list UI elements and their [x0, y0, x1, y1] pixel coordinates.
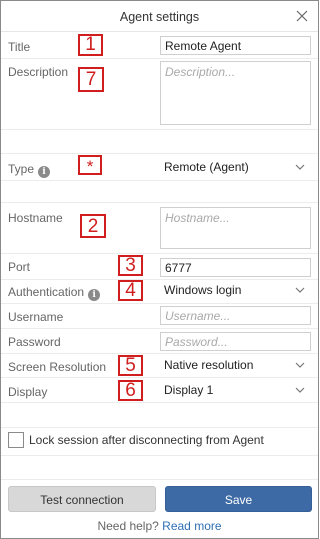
chevron-down-icon	[295, 287, 305, 293]
password-input[interactable]	[160, 332, 311, 351]
port-input[interactable]	[160, 258, 311, 277]
authentication-label: Authentication i	[8, 285, 101, 301]
annotation-badge-3: 3	[118, 255, 143, 276]
annotation-badge-7: 7	[78, 67, 104, 92]
screen-resolution-select[interactable]: Native resolution	[160, 356, 311, 375]
test-connection-button[interactable]: Test connection	[8, 486, 156, 512]
username-label: Username	[8, 310, 64, 324]
close-icon[interactable]	[296, 10, 308, 22]
row-divider	[1, 253, 318, 254]
screen-resolution-label: Screen Resolution	[8, 360, 107, 374]
display-label: Display	[8, 385, 48, 399]
row-divider	[1, 58, 318, 59]
help-footer: Need help? Read more	[1, 519, 318, 533]
hostname-textarea[interactable]	[160, 207, 311, 249]
row-divider	[1, 455, 318, 456]
type-label-text: Type	[8, 162, 35, 176]
port-label: Port	[8, 260, 31, 274]
display-select-value: Display 1	[164, 383, 214, 397]
authentication-label-text: Authentication	[8, 285, 85, 299]
info-icon[interactable]: i	[88, 289, 101, 301]
row-divider	[1, 303, 318, 304]
description-textarea[interactable]	[160, 61, 311, 125]
display-select[interactable]: Display 1	[160, 381, 311, 400]
chevron-down-icon	[295, 164, 305, 170]
type-select-value: Remote (Agent)	[164, 160, 249, 174]
row-divider	[1, 202, 318, 203]
hostname-label: Hostname	[8, 211, 63, 225]
annotation-badge-5: 5	[118, 355, 143, 376]
chevron-down-icon	[295, 362, 305, 368]
row-divider	[1, 180, 318, 181]
annotation-badge-1: 1	[78, 34, 103, 56]
row-divider	[1, 402, 318, 403]
row-divider	[1, 328, 318, 329]
username-input[interactable]	[160, 306, 311, 325]
agent-settings-dialog: Agent settings Title 1 Description 7 Typ…	[0, 0, 319, 539]
save-button[interactable]: Save	[165, 486, 312, 512]
authentication-select[interactable]: Windows login	[160, 281, 311, 300]
type-select[interactable]: Remote (Agent)	[160, 158, 311, 177]
dialog-titlebar: Agent settings	[1, 1, 318, 32]
row-divider	[1, 427, 318, 428]
title-label: Title	[8, 40, 31, 54]
screen-resolution-select-value: Native resolution	[164, 358, 254, 372]
password-label: Password	[8, 335, 61, 349]
row-divider	[1, 129, 318, 130]
info-icon[interactable]: i	[38, 166, 51, 178]
row-divider	[1, 377, 318, 378]
annotation-badge-4: 4	[118, 280, 143, 301]
lock-session-label[interactable]: Lock session after disconnecting from Ag…	[29, 433, 264, 447]
authentication-select-value: Windows login	[164, 283, 242, 297]
row-divider	[1, 153, 318, 154]
annotation-badge-required: *	[78, 155, 102, 176]
title-input[interactable]	[160, 36, 311, 55]
type-label: Type i	[8, 162, 51, 178]
help-text: Need help?	[97, 519, 159, 533]
row-divider	[1, 353, 318, 354]
row-divider	[1, 279, 318, 280]
read-more-link[interactable]: Read more	[162, 519, 221, 533]
annotation-badge-2: 2	[80, 214, 106, 238]
lock-session-checkbox[interactable]	[8, 432, 24, 448]
chevron-down-icon	[295, 387, 305, 393]
dialog-title: Agent settings	[119, 10, 200, 24]
description-label: Description	[8, 65, 69, 79]
row-divider	[1, 479, 318, 480]
annotation-badge-6: 6	[118, 380, 143, 401]
